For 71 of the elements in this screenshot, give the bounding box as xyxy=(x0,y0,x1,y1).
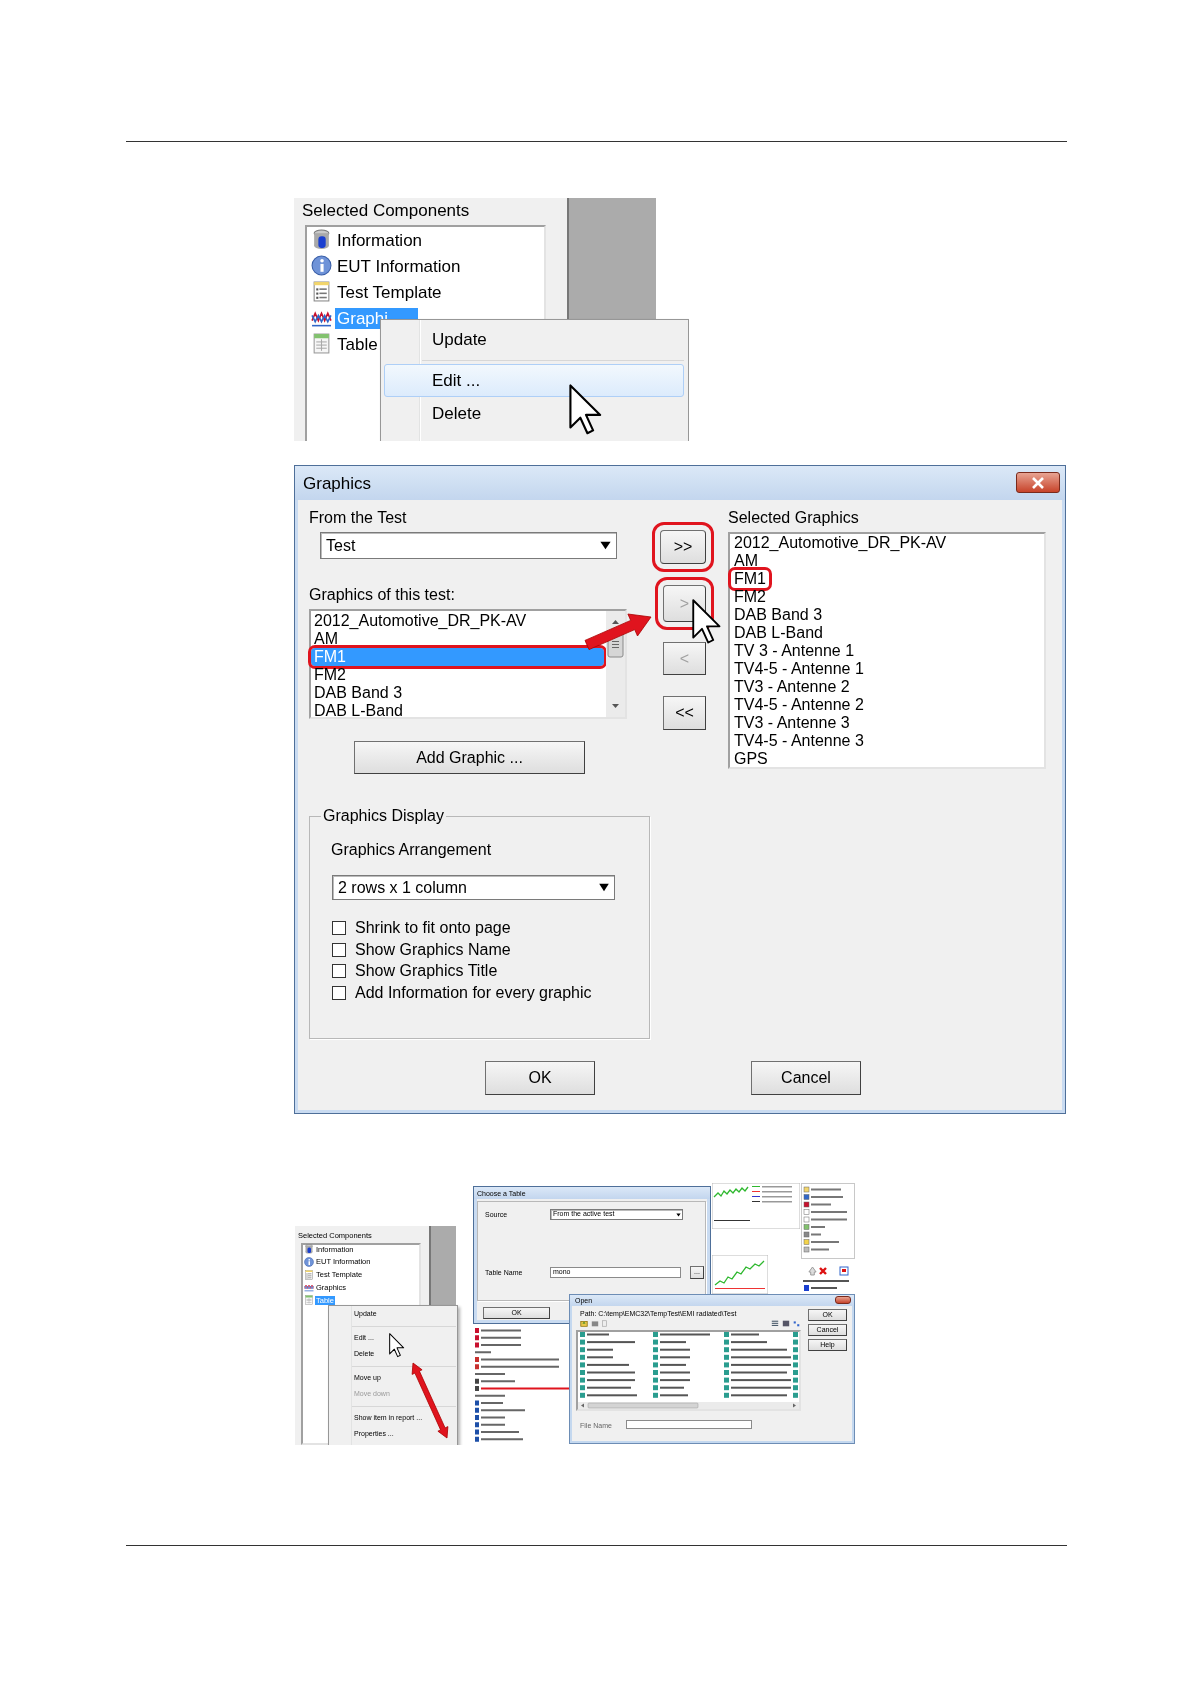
add-graphic-button[interactable]: Add Graphic ... xyxy=(354,741,585,774)
list-item[interactable]: 2012_Automotive_DR_PK-AV xyxy=(731,534,950,552)
field-label: Selected Graphics xyxy=(728,508,859,528)
up-folder-icon xyxy=(580,1320,588,1327)
list-item[interactable]: TV3 - Antenne 2 xyxy=(731,678,853,696)
table-icon xyxy=(304,1295,314,1306)
caret-icon xyxy=(675,1211,682,1219)
menu-item[interactable]: Update xyxy=(384,323,684,356)
list-box[interactable] xyxy=(728,532,1046,769)
info-icon xyxy=(304,1256,314,1267)
info-icon xyxy=(311,255,332,276)
input-field[interactable] xyxy=(626,1420,752,1429)
list-icon xyxy=(304,1269,314,1280)
sort-icon xyxy=(793,1320,800,1327)
database-icon xyxy=(311,229,332,250)
checkbox[interactable] xyxy=(332,986,346,1000)
transfer-button[interactable]: << xyxy=(663,696,706,730)
grid-view-icon xyxy=(782,1320,790,1327)
close-icon xyxy=(1031,476,1045,489)
checkbox[interactable] xyxy=(332,921,346,935)
list-item[interactable]: DAB Band 3 xyxy=(311,684,604,702)
list-item[interactable]: DAB L-Band xyxy=(731,624,826,642)
menu-item[interactable]: Delete xyxy=(384,397,684,430)
table-icon xyxy=(311,333,332,354)
field-label: From the Test xyxy=(309,508,407,528)
dropdown[interactable]: Test xyxy=(320,532,617,559)
window-title: Graphics xyxy=(303,473,372,494)
list-item[interactable]: TV3 - Antenne 3 xyxy=(731,714,853,732)
close-button[interactable] xyxy=(1016,472,1060,493)
list-item[interactable]: GPS xyxy=(731,750,771,768)
list-view-icon xyxy=(771,1320,779,1327)
cursor-icon xyxy=(692,599,722,645)
panel-title: Selected Components xyxy=(302,200,470,221)
cursor-icon xyxy=(389,1333,405,1358)
chart-drawing xyxy=(712,1255,768,1294)
list-item[interactable]: EUT Information xyxy=(335,256,463,277)
close-button[interactable] xyxy=(835,1296,851,1304)
list-item[interactable]: TV 3 - Antenne 1 xyxy=(731,642,858,660)
list-item[interactable]: Table xyxy=(335,334,380,355)
list-item[interactable]: 2012_Automotive_DR_PK-AV xyxy=(311,612,604,630)
field-label: Graphics Arrangement xyxy=(331,840,492,860)
new-folder-icon xyxy=(601,1320,608,1327)
list-item[interactable]: TV4-5 - Antenne 2 xyxy=(731,696,867,714)
option-label: Add Information for every graphic xyxy=(355,983,592,1003)
option-label: Show Graphics Title xyxy=(355,961,498,981)
list-item[interactable]: FM1 xyxy=(731,570,769,588)
list-icon xyxy=(311,281,332,302)
option-label: Show Graphics Name xyxy=(355,940,511,960)
delete-icon xyxy=(818,1266,828,1276)
dialog-button[interactable]: OK xyxy=(485,1061,595,1095)
list-item[interactable]: Information xyxy=(335,230,425,251)
list-item[interactable]: DAB Band 3 xyxy=(731,606,826,624)
list-item[interactable]: DAB L-Band xyxy=(311,702,604,720)
folder-icon xyxy=(591,1320,599,1327)
checkbox[interactable] xyxy=(332,943,346,957)
list-item[interactable]: Test Template xyxy=(335,282,444,303)
properties-icon xyxy=(839,1266,849,1276)
list-item[interactable]: AM xyxy=(731,552,761,570)
checkbox[interactable] xyxy=(332,964,346,978)
menu-item[interactable]: Edit ... xyxy=(384,364,684,397)
field-label: Graphics of this test: xyxy=(309,585,455,605)
dialog-button[interactable]: Cancel xyxy=(751,1061,861,1095)
group-title: Graphics Display xyxy=(321,806,446,826)
dropdown[interactable]: 2 rows x 1 column xyxy=(332,875,615,900)
option-label: Shrink to fit onto page xyxy=(355,918,511,938)
list-item[interactable]: FM2 xyxy=(311,666,604,684)
list-item[interactable]: TV4-5 - Antenne 1 xyxy=(731,660,867,678)
cursor-icon xyxy=(569,384,603,436)
list-item[interactable]: TV4-5 - Antenne 3 xyxy=(731,732,867,750)
list-item[interactable]: FM2 xyxy=(731,588,769,606)
up-icon xyxy=(808,1266,817,1276)
